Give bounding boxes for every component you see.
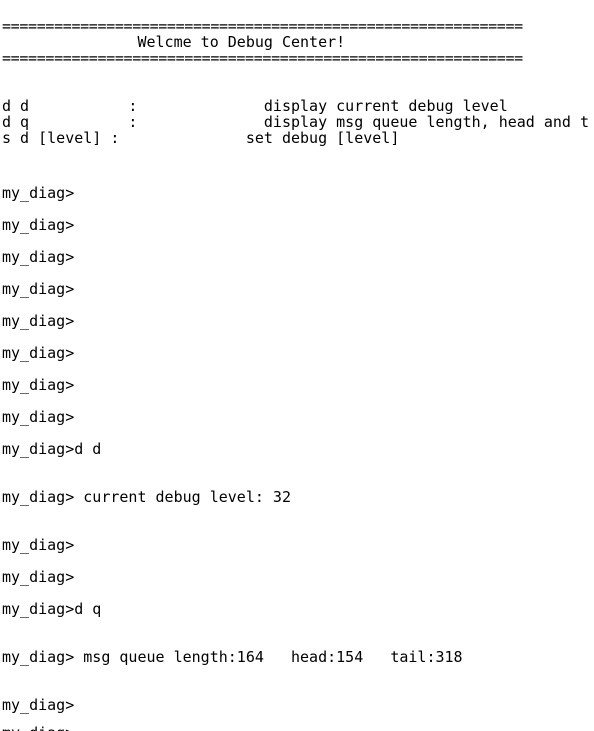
- help-line: s d [level] : set debug [level]: [2, 129, 400, 147]
- prompt-line[interactable]: my_diag>: [2, 313, 74, 329]
- command-line[interactable]: my_diag>d d: [2, 441, 101, 457]
- help-line: d d : display current debug level: [2, 97, 508, 115]
- output-line: my_diag> current debug level: 32: [2, 488, 291, 506]
- prompt-line[interactable]: my_diag>: [2, 345, 74, 361]
- prompt-line[interactable]: my_diag>: [2, 377, 74, 393]
- prompt-line[interactable]: my_diag>: [2, 281, 74, 297]
- output-line: my_diag> msg queue length:164 head:154 t…: [2, 648, 463, 666]
- prompt-line[interactable]: my_diag>: [2, 185, 74, 201]
- prompt-line[interactable]: my_diag>: [2, 409, 74, 425]
- prompt-line[interactable]: my_diag>: [2, 697, 74, 713]
- prompt-line[interactable]: my_diag>: [2, 249, 74, 265]
- prompt-line[interactable]: my_diag>: [2, 569, 74, 585]
- command-line[interactable]: my_diag>d q: [2, 601, 101, 617]
- prompt-line[interactable]: my_diag>: [2, 725, 74, 731]
- help-line: d q : display msg queue length, head and…: [2, 113, 589, 131]
- prompt-line[interactable]: my_diag>: [2, 537, 74, 553]
- banner-title: Welcme to Debug Center!: [2, 33, 346, 51]
- terminal-console[interactable]: ========================================…: [0, 0, 594, 731]
- banner-rule: ========================================…: [2, 17, 523, 35]
- banner-rule: ========================================…: [2, 49, 523, 67]
- prompt-line[interactable]: my_diag>: [2, 217, 74, 233]
